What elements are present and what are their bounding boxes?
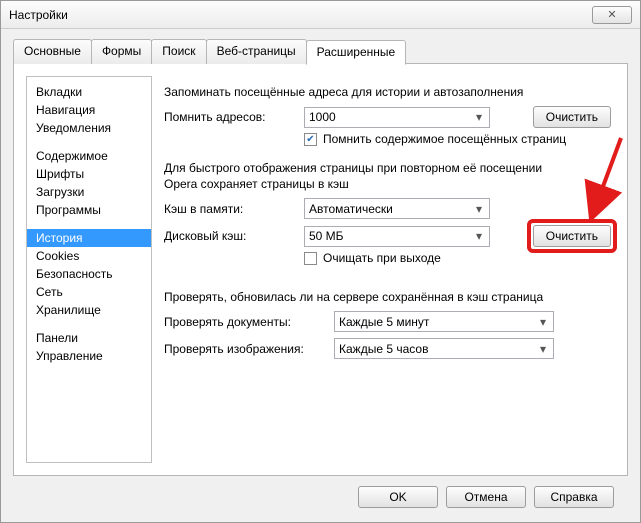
remember-pages-label: Помнить содержимое посещённых страниц [323, 132, 566, 146]
verify-intro: Проверять, обновилась ли на сервере сохр… [164, 289, 611, 305]
verify-imgs-value: Каждые 5 часов [339, 342, 428, 356]
clear-disk-cache-button[interactable]: Очистить [533, 225, 611, 247]
cache-intro: Для быстрого отображения страницы при по… [164, 160, 611, 192]
verify-docs-value: Каждые 5 минут [339, 315, 429, 329]
dialog-footer: OK Отмена Справка [13, 476, 628, 516]
remember-count-select[interactable]: 1000 ▾ [304, 107, 490, 128]
client-area: ОсновныеФормыПоискВеб-страницыРасширенны… [1, 29, 640, 522]
sidebar-item-6[interactable]: Программы [27, 201, 151, 219]
verify-docs-select[interactable]: Каждые 5 минут ▾ [334, 311, 554, 332]
sidebar-item-12[interactable]: Панели [27, 329, 151, 347]
disk-cache-label: Дисковый кэш: [164, 229, 304, 243]
mem-cache-select[interactable]: Автоматически ▾ [304, 198, 490, 219]
sidebar-item-10[interactable]: Сеть [27, 283, 151, 301]
sidebar-item-5[interactable]: Загрузки [27, 183, 151, 201]
tab-1[interactable]: Формы [91, 39, 152, 64]
ok-button[interactable]: OK [358, 486, 438, 508]
sidebar-item-8[interactable]: Cookies [27, 247, 151, 265]
chevron-down-icon: ▾ [471, 229, 487, 244]
sidebar-item-13[interactable]: Управление [27, 347, 151, 365]
remember-pages-checkbox[interactable]: ✔ [304, 133, 317, 146]
clear-history-button[interactable]: Очистить [533, 106, 611, 128]
help-button[interactable]: Справка [534, 486, 614, 508]
sidebar-item-3[interactable]: Содержимое [27, 147, 151, 165]
chevron-down-icon: ▾ [471, 201, 487, 216]
sidebar-item-2[interactable]: Уведомления [27, 119, 151, 137]
remember-label: Помнить адресов: [164, 110, 304, 124]
sidebar-item-4[interactable]: Шрифты [27, 165, 151, 183]
close-icon: ✕ [607, 8, 616, 21]
window-title: Настройки [9, 8, 592, 22]
titlebar: Настройки ✕ [1, 1, 640, 29]
sidebar-item-1[interactable]: Навигация [27, 101, 151, 119]
sidebar-item-7[interactable]: История [27, 229, 151, 247]
disk-cache-select[interactable]: 50 МБ ▾ [304, 226, 490, 247]
sidebar-list[interactable]: ВкладкиНавигацияУведомления СодержимоеШри… [26, 76, 152, 463]
sidebar-item-0[interactable]: Вкладки [27, 83, 151, 101]
remember-count-value: 1000 [309, 110, 336, 124]
tab-4[interactable]: Расширенные [306, 40, 407, 65]
tabstrip: ОсновныеФормыПоискВеб-страницыРасширенны… [13, 39, 628, 64]
tab-0[interactable]: Основные [13, 39, 92, 64]
cancel-button[interactable]: Отмена [446, 486, 526, 508]
tab-2[interactable]: Поиск [151, 39, 206, 64]
tab-page-advanced: ВкладкиНавигацияУведомления СодержимоеШри… [13, 63, 628, 476]
close-button[interactable]: ✕ [592, 6, 632, 24]
verify-imgs-label: Проверять изображения: [164, 342, 334, 356]
mem-cache-value: Автоматически [309, 202, 393, 216]
sidebar-item-9[interactable]: Безопасность [27, 265, 151, 283]
tab-3[interactable]: Веб-страницы [206, 39, 307, 64]
history-settings: Запоминать посещённые адреса для истории… [160, 64, 627, 475]
clear-on-exit-checkbox[interactable] [304, 252, 317, 265]
history-intro: Запоминать посещённые адреса для истории… [164, 84, 611, 100]
disk-cache-value: 50 МБ [309, 229, 344, 243]
clear-on-exit-label: Очищать при выходе [323, 251, 441, 265]
verify-docs-label: Проверять документы: [164, 315, 334, 329]
chevron-down-icon: ▾ [535, 341, 551, 356]
sidebar-item-11[interactable]: Хранилище [27, 301, 151, 319]
chevron-down-icon: ▾ [471, 110, 487, 125]
mem-cache-label: Кэш в памяти: [164, 202, 304, 216]
settings-window: Настройки ✕ ОсновныеФормыПоискВеб-страни… [0, 0, 641, 523]
chevron-down-icon: ▾ [535, 314, 551, 329]
verify-imgs-select[interactable]: Каждые 5 часов ▾ [334, 338, 554, 359]
